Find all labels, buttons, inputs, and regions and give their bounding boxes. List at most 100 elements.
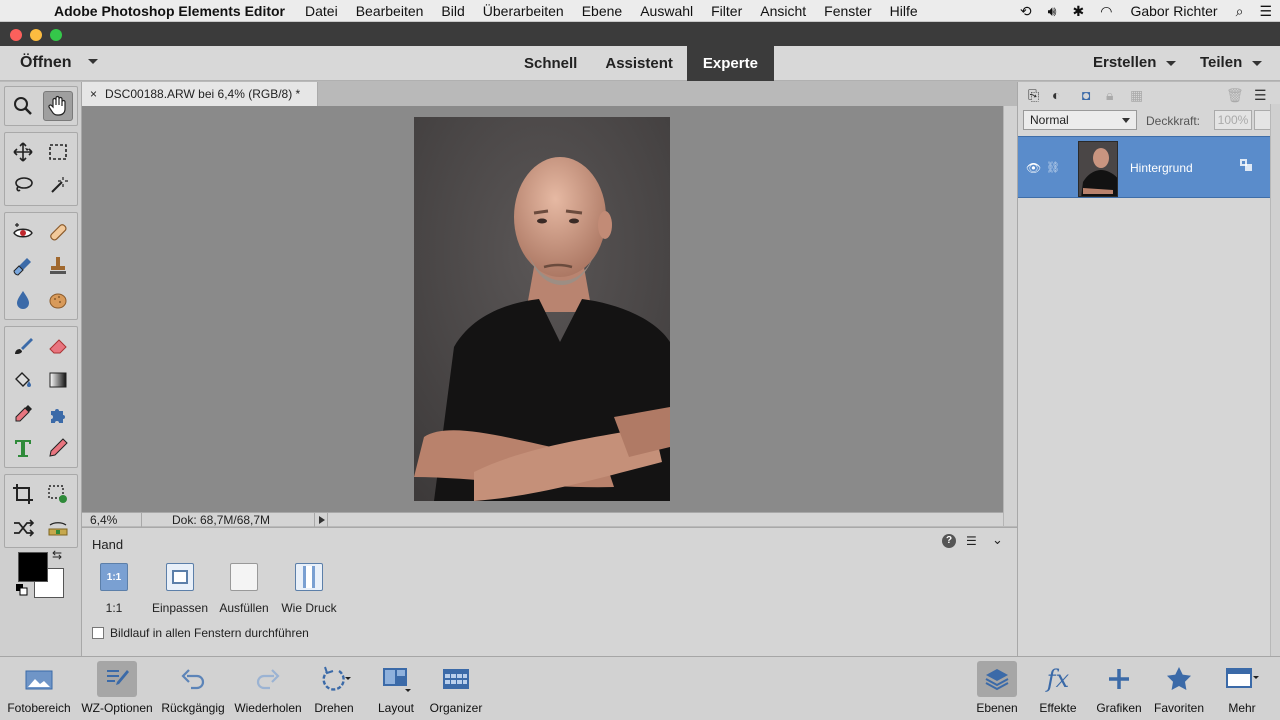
layout-button[interactable]: Layout (370, 657, 422, 719)
collapse-options-chevron-icon[interactable]: ⌄ (992, 532, 1003, 548)
delete-layer-icon[interactable]: 🗑︎ (1226, 87, 1244, 104)
layers-panel-scrollbar[interactable] (1270, 104, 1280, 656)
brush-tool[interactable] (8, 331, 38, 361)
app-name-menu[interactable]: Adobe Photoshop Elements Editor (54, 3, 285, 19)
spotlight-search-icon[interactable]: ⌕ (1236, 3, 1244, 20)
document-tab[interactable]: × DSC00188.ARW bei 6,4% (RGB/8) * (82, 82, 318, 106)
redo-label: Wiederholen (234, 701, 302, 715)
close-document-icon[interactable]: × (90, 87, 97, 101)
scroll-all-windows-option[interactable]: Bildlauf in allen Fenstern durchführen (92, 626, 309, 640)
share-menu-button[interactable]: Teilen (1200, 54, 1263, 71)
crop-tool[interactable] (8, 479, 38, 509)
print-size-button[interactable]: Wie Druck (278, 563, 340, 615)
content-aware-move-tool[interactable] (8, 513, 38, 543)
smart-brush-tool[interactable] (8, 251, 38, 281)
photo-bin-button[interactable]: Fotobereich (4, 657, 74, 719)
zoom-tool[interactable] (8, 91, 38, 121)
lock-all-icon[interactable]: 🔒︎ (1106, 87, 1113, 104)
fill-screen-button[interactable]: Ausfüllen (216, 563, 272, 615)
help-icon[interactable]: ? (942, 534, 956, 548)
zoom-window-button[interactable] (50, 29, 62, 41)
foreground-color-swatch[interactable] (18, 552, 48, 582)
fit-screen-button[interactable]: Einpassen (150, 563, 210, 615)
rotate-button[interactable]: Drehen (306, 657, 362, 719)
favorites-button[interactable]: Favoriten (1150, 657, 1208, 719)
notification-center-icon[interactable]: ☰ (1259, 3, 1272, 20)
layers-panel-menu-icon[interactable]: ☰ (1254, 87, 1267, 104)
effects-button[interactable]: fx Effekte (1034, 657, 1082, 719)
straighten-tool[interactable] (43, 513, 73, 543)
mode-assistent[interactable]: Assistent (591, 46, 687, 81)
blur-tool[interactable] (8, 285, 38, 315)
layer-locked-icon[interactable] (1238, 157, 1254, 173)
lock-transparency-icon[interactable]: ▦ (1130, 87, 1143, 104)
opacity-input[interactable]: 100% (1214, 110, 1252, 130)
layers-button[interactable]: Ebenen (974, 657, 1020, 719)
swap-colors-icon[interactable]: ⇆ (52, 548, 62, 562)
scroll-all-windows-checkbox[interactable] (92, 627, 104, 639)
panel-menu-icon[interactable]: ☰ (966, 534, 977, 548)
layer-link-icon[interactable]: ⛓︎ (1046, 161, 1060, 174)
time-machine-icon[interactable]: ⟲ (1020, 3, 1032, 20)
clone-stamp-tool[interactable] (43, 251, 73, 281)
default-colors-icon[interactable] (16, 584, 28, 596)
menu-ansicht[interactable]: Ansicht (760, 3, 806, 19)
minimize-window-button[interactable] (30, 29, 42, 41)
status-info-menu-arrow[interactable] (314, 513, 328, 527)
close-window-button[interactable] (10, 29, 22, 41)
zoom-level[interactable]: 6,4% (90, 513, 142, 527)
create-menu-button[interactable]: Erstellen (1093, 54, 1177, 71)
wifi-icon[interactable]: ◠ (1100, 3, 1112, 20)
canvas-vertical-scrollbar[interactable] (1003, 106, 1017, 526)
type-tool[interactable] (8, 433, 38, 463)
graphics-button[interactable]: Grafiken (1092, 657, 1146, 719)
one-to-one-button[interactable]: 1:1 1:1 (99, 563, 129, 615)
user-name[interactable]: Gabor Richter (1130, 3, 1217, 19)
mode-schnell[interactable]: Schnell (510, 46, 591, 81)
menu-fenster[interactable]: Fenster (824, 3, 871, 19)
mode-experte[interactable]: Experte (686, 46, 774, 81)
red-eye-tool[interactable] (8, 217, 38, 247)
open-button[interactable]: Öffnen (20, 54, 72, 72)
undo-button[interactable]: Rückgängig (158, 657, 228, 719)
menu-auswahl[interactable]: Auswahl (640, 3, 693, 19)
menu-hilfe[interactable]: Hilfe (890, 3, 918, 19)
one-to-one-icon: 1:1 (100, 563, 128, 591)
volume-icon[interactable]: 🔊︎ (1048, 3, 1057, 20)
organizer-button[interactable]: Organizer (426, 657, 486, 719)
custom-shape-tool[interactable] (43, 399, 73, 429)
blend-mode-select[interactable]: Normal (1023, 110, 1137, 130)
open-dropdown-icon[interactable] (88, 59, 98, 64)
magic-wand-tool[interactable] (43, 171, 73, 201)
menu-ebene[interactable]: Ebene (582, 3, 622, 19)
menu-bearbeiten[interactable]: Bearbeiten (356, 3, 424, 19)
add-layer-mask-icon[interactable]: ◘ (1082, 87, 1090, 103)
pencil-tool[interactable] (43, 433, 73, 463)
hand-tool[interactable] (43, 91, 73, 121)
menu-datei[interactable]: Datei (305, 3, 338, 19)
gradient-tool[interactable] (43, 365, 73, 395)
more-button[interactable]: Mehr (1216, 657, 1268, 719)
menu-ueberarbeiten[interactable]: Überarbeiten (483, 3, 564, 19)
move-tool[interactable] (8, 137, 38, 167)
share-label: Teilen (1200, 54, 1243, 71)
menu-filter[interactable]: Filter (711, 3, 742, 19)
bluetooth-icon[interactable]: ✱ (1072, 3, 1084, 20)
tool-options-button[interactable]: WZ-Optionen (78, 657, 156, 719)
spot-healing-brush-tool[interactable] (43, 217, 73, 247)
menu-bild[interactable]: Bild (441, 3, 464, 19)
recompose-tool[interactable] (43, 479, 73, 509)
eyedropper-tool[interactable] (8, 399, 38, 429)
water-drop-icon (17, 291, 29, 309)
new-adjustment-layer-icon[interactable]: ◐ (1052, 87, 1060, 103)
sponge-tool[interactable] (43, 285, 73, 315)
document-image[interactable] (414, 117, 670, 501)
layer-visibility-eye-icon[interactable]: 👁︎ (1026, 161, 1041, 175)
rectangular-marquee-tool[interactable] (43, 137, 73, 167)
paint-bucket-tool[interactable] (8, 365, 38, 395)
lasso-tool[interactable] (8, 171, 38, 201)
layer-row-background[interactable]: 👁︎ ⛓︎ Hintergrund (1018, 136, 1270, 198)
redo-button[interactable]: Wiederholen (230, 657, 306, 719)
eraser-tool[interactable] (43, 331, 73, 361)
new-layer-icon[interactable]: ⎘ (1028, 87, 1039, 104)
